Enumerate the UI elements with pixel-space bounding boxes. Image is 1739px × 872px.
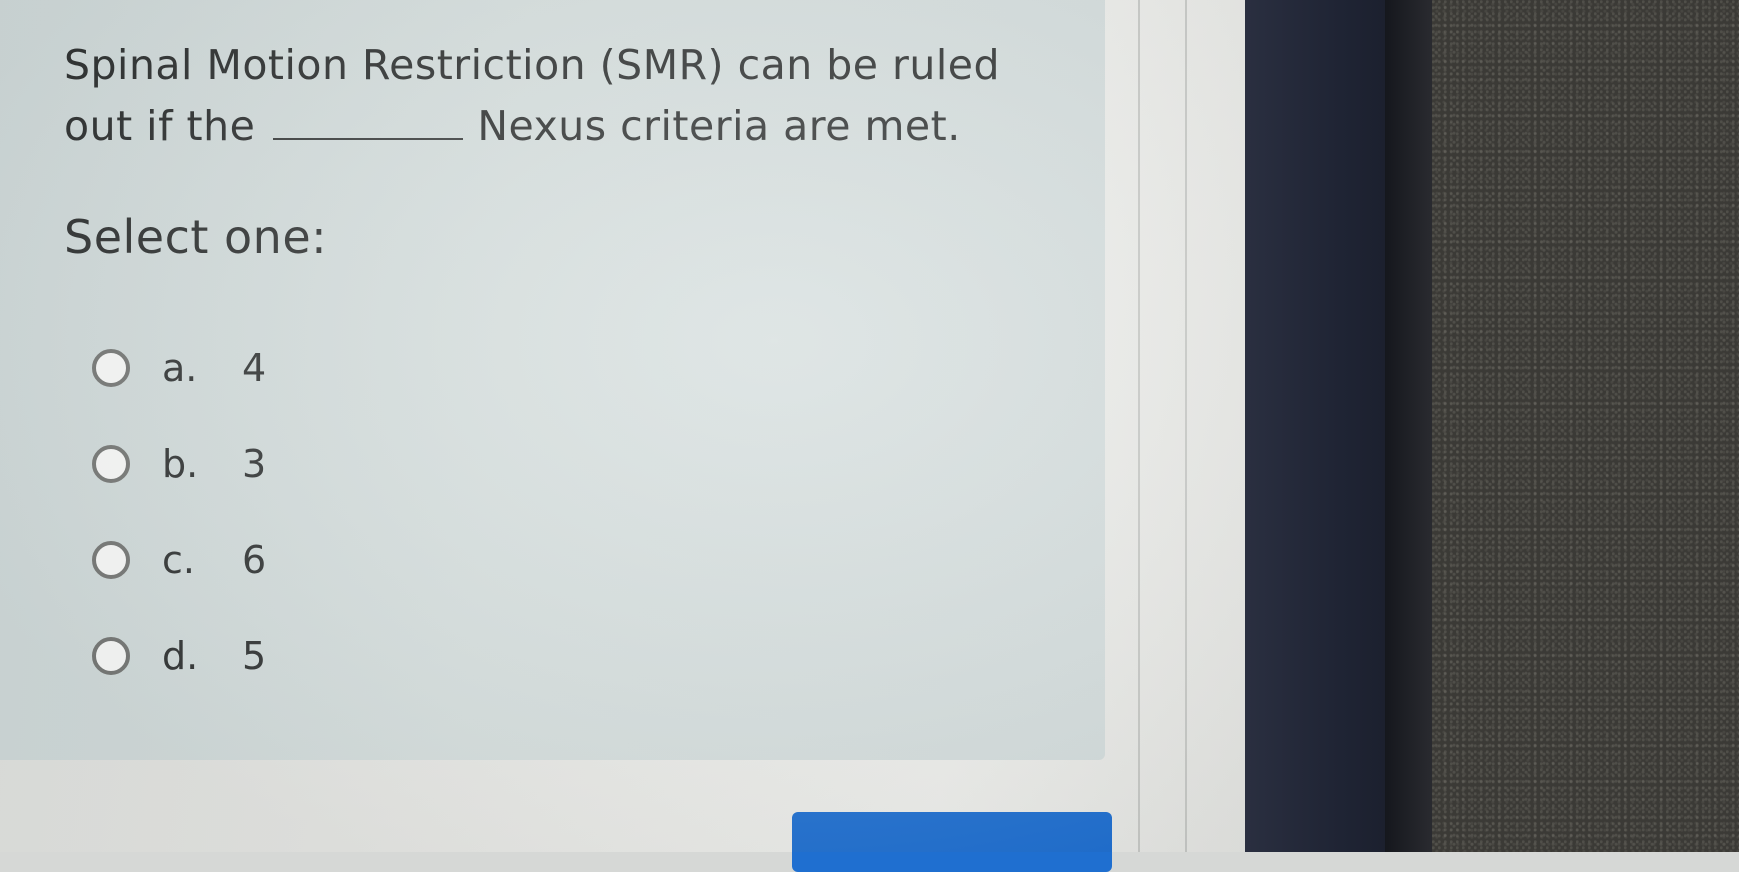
option-value: 6 <box>242 538 267 582</box>
radio-button-d[interactable] <box>92 637 130 675</box>
option-b[interactable]: b. 3 <box>92 416 266 512</box>
answer-blank <box>273 94 464 140</box>
divider-line <box>1138 0 1140 852</box>
option-c[interactable]: c. 6 <box>92 512 266 608</box>
divider-line <box>1185 0 1187 852</box>
option-value: 5 <box>242 634 267 678</box>
option-d[interactable]: d. 5 <box>92 608 266 704</box>
next-page-button[interactable] <box>792 812 1112 872</box>
radio-button-a[interactable] <box>92 349 130 387</box>
option-letter: c. <box>162 538 195 582</box>
option-a[interactable]: a. 4 <box>92 320 266 416</box>
select-one-prompt: Select one: <box>64 210 328 264</box>
question-card: Spinal Motion Restriction (SMR) can be r… <box>0 0 1105 760</box>
option-letter: a. <box>162 346 198 390</box>
question-text: Spinal Motion Restriction (SMR) can be r… <box>64 36 1024 155</box>
option-letter: b. <box>162 442 199 486</box>
option-value: 3 <box>242 442 267 486</box>
radio-button-c[interactable] <box>92 541 130 579</box>
question-text-after-blank: Nexus criteria are met. <box>477 102 961 150</box>
monitor-edge <box>1385 0 1433 852</box>
option-letter: d. <box>162 634 199 678</box>
option-value: 4 <box>242 346 267 390</box>
radio-button-b[interactable] <box>92 445 130 483</box>
fabric-background <box>1432 0 1739 852</box>
answer-options: a. 4 b. 3 c. 6 d. 5 <box>92 320 266 704</box>
